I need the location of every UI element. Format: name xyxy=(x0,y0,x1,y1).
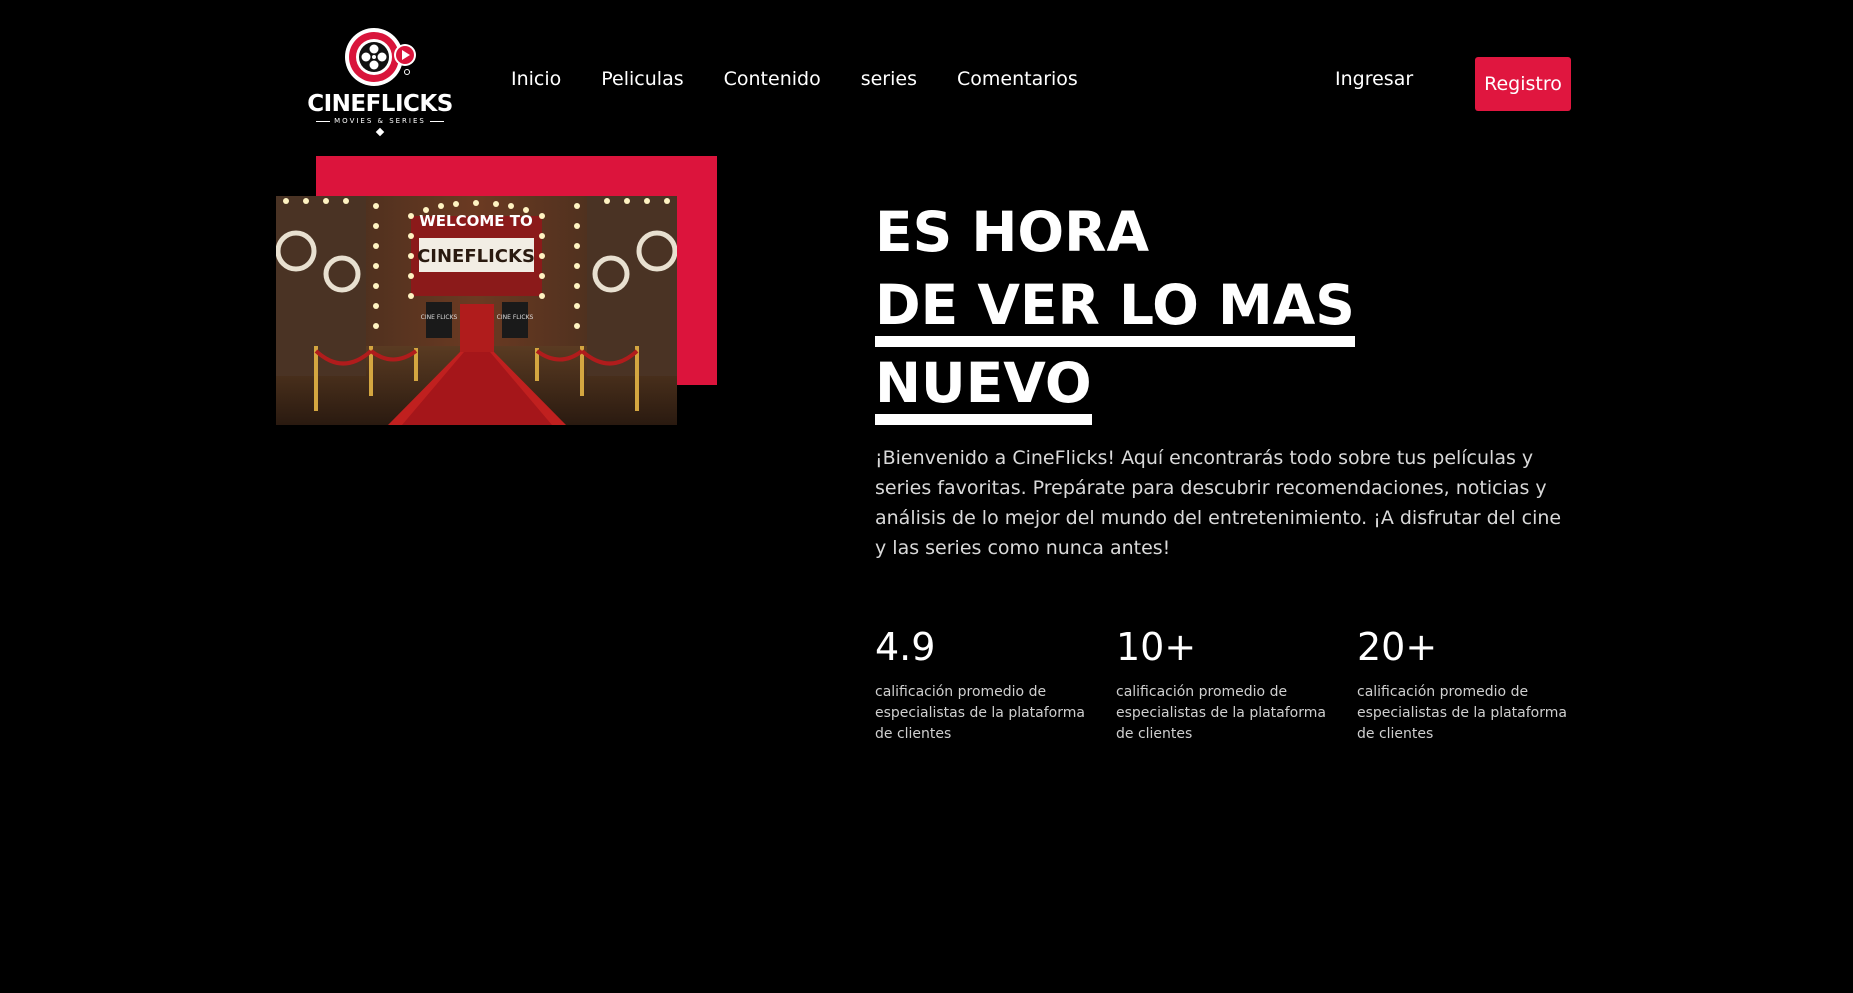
film-reel-play-icon xyxy=(345,28,416,86)
logo-diamond-icon xyxy=(375,127,385,137)
stat-value: 4.9 xyxy=(875,625,936,669)
headline-line-1: ES HORA xyxy=(875,200,1150,264)
image-text-cineflicks: CINEFLICKS xyxy=(417,246,535,267)
stat-value: 10+ xyxy=(1116,625,1197,669)
nav-item-peliculas[interactable]: Peliculas xyxy=(601,68,683,90)
stat-description: calificación promedio de especialistas d… xyxy=(1357,684,1567,742)
stat-value: 20+ xyxy=(1357,625,1438,669)
login-link[interactable]: Ingresar xyxy=(1335,68,1413,90)
main-nav: Inicio Peliculas Contenido series Coment… xyxy=(511,68,1078,90)
image-sign-right: CINE FLICKS xyxy=(497,314,534,321)
landing-page: CINEFLICKS MOVIES & SERIES Inicio Pelicu… xyxy=(0,0,1853,993)
brand-tagline: MOVIES & SERIES xyxy=(316,116,444,126)
headline-line-3: NUEVO xyxy=(875,352,1092,425)
stat-description: calificación promedio de especialistas d… xyxy=(875,684,1085,742)
nav-item-series[interactable]: series xyxy=(861,68,917,90)
stats-row: 4.9 calificación promedio de especialist… xyxy=(875,622,1598,745)
stat-item: 10+ calificación promedio de especialist… xyxy=(1116,622,1357,745)
stat-item: 4.9 calificación promedio de especialist… xyxy=(875,622,1116,745)
register-button[interactable]: Registro xyxy=(1475,57,1571,111)
brand-name: CINEFLICKS xyxy=(307,91,453,117)
image-sign-left: CINE FLICKS xyxy=(421,314,458,321)
nav-item-inicio[interactable]: Inicio xyxy=(511,68,561,90)
nav-item-contenido[interactable]: Contenido xyxy=(724,68,821,90)
hero-image: WELCOME TO CINEFLICKS CINE FLICKS CINE F… xyxy=(276,196,677,425)
hero-intro-text: ¡Bienvenido a CineFlicks! Aquí encontrar… xyxy=(875,447,1562,559)
hero-headline: ES HORA DE VER LO MAS NUEVO xyxy=(875,196,1355,425)
image-text-welcome: WELCOME TO xyxy=(419,212,533,230)
stat-item: 20+ calificación promedio de especialist… xyxy=(1357,622,1598,745)
headline-line-2: DE VER LO MAS xyxy=(875,274,1355,347)
stat-description: calificación promedio de especialistas d… xyxy=(1116,684,1326,742)
brand-logo[interactable]: CINEFLICKS MOVIES & SERIES xyxy=(307,26,453,138)
nav-item-comentarios[interactable]: Comentarios xyxy=(957,68,1078,90)
